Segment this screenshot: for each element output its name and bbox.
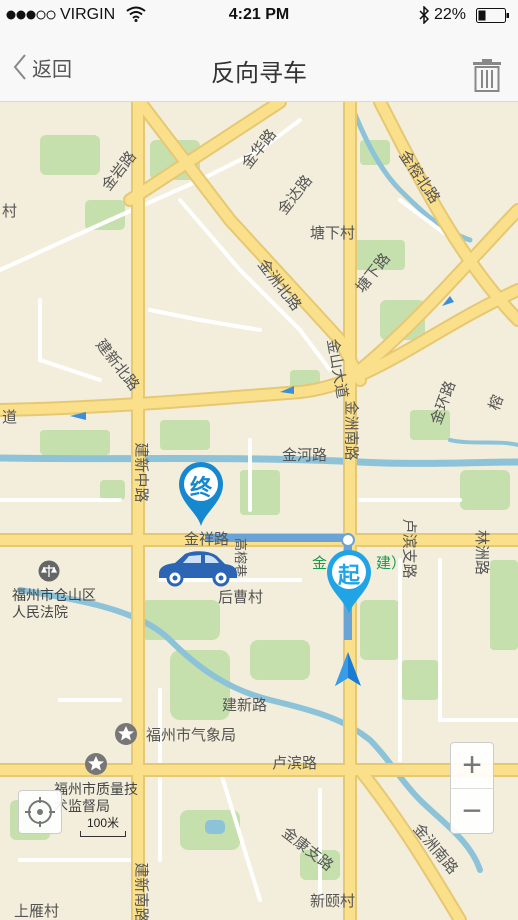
map-view[interactable]: 金岩路 金华路 金达路 金榕北路 塘下村 金洲北路 塘下路 建新北路 金山大道 … (0, 102, 518, 920)
map-label: 建新路 (222, 696, 268, 714)
map-label: 金洲南路 (342, 400, 361, 461)
star-icon (115, 723, 137, 745)
end-pin[interactable]: 终 (177, 460, 225, 528)
map-label: 林洲路 (473, 529, 492, 576)
end-pin-label: 终 (189, 476, 212, 501)
trash-icon (473, 59, 501, 92)
locate-button[interactable] (18, 790, 62, 834)
map-label: 建新中路 (132, 442, 151, 503)
map-label: 建新南路 (132, 862, 151, 920)
start-pin-label: 起 (337, 564, 360, 589)
scales-icon (38, 560, 60, 582)
map-label: 新颐村 (310, 892, 356, 910)
poi-court-label: 福州市仓山区人民法院 (12, 588, 96, 621)
map-label: 金祥路 (184, 530, 230, 548)
status-bar: VIRGIN 4:21 PM 22% (0, 0, 518, 30)
map-label: 塘下村 (310, 224, 356, 242)
map-label: 后曹村 (218, 588, 264, 606)
map-label: 上雁村 (14, 902, 60, 920)
car-icon (159, 551, 237, 587)
battery-text: 22% (434, 6, 467, 23)
map-label: 村 (2, 202, 18, 220)
map-label: 金河路 (282, 446, 328, 464)
map-label: 建） (376, 554, 407, 572)
zoom-in-button[interactable]: + (451, 743, 493, 789)
crosshair-icon (25, 797, 55, 827)
navigation-arrow-icon (335, 652, 361, 686)
zoom-control: + − (450, 742, 494, 834)
start-pin[interactable]: 起 (325, 548, 373, 616)
poi-quality-label: 福州市质量技术监督局 (54, 782, 138, 815)
nav-bar: 返回 反向寻车 (0, 30, 518, 102)
page-title: 反向寻车 (211, 59, 307, 87)
scale-bar-line (80, 831, 126, 837)
bluetooth-icon (419, 6, 430, 24)
zoom-out-button[interactable]: − (451, 789, 493, 834)
map-label: 道 (2, 408, 18, 426)
battery-icon (476, 8, 509, 23)
delete-button[interactable] (472, 58, 504, 92)
scale-label: 100米 (86, 816, 120, 830)
map-label: 福州市气象局 (146, 726, 237, 744)
scale-bar: 100米 (80, 814, 126, 837)
star-icon (85, 753, 107, 775)
map-label: 卢滨路 (272, 754, 318, 772)
